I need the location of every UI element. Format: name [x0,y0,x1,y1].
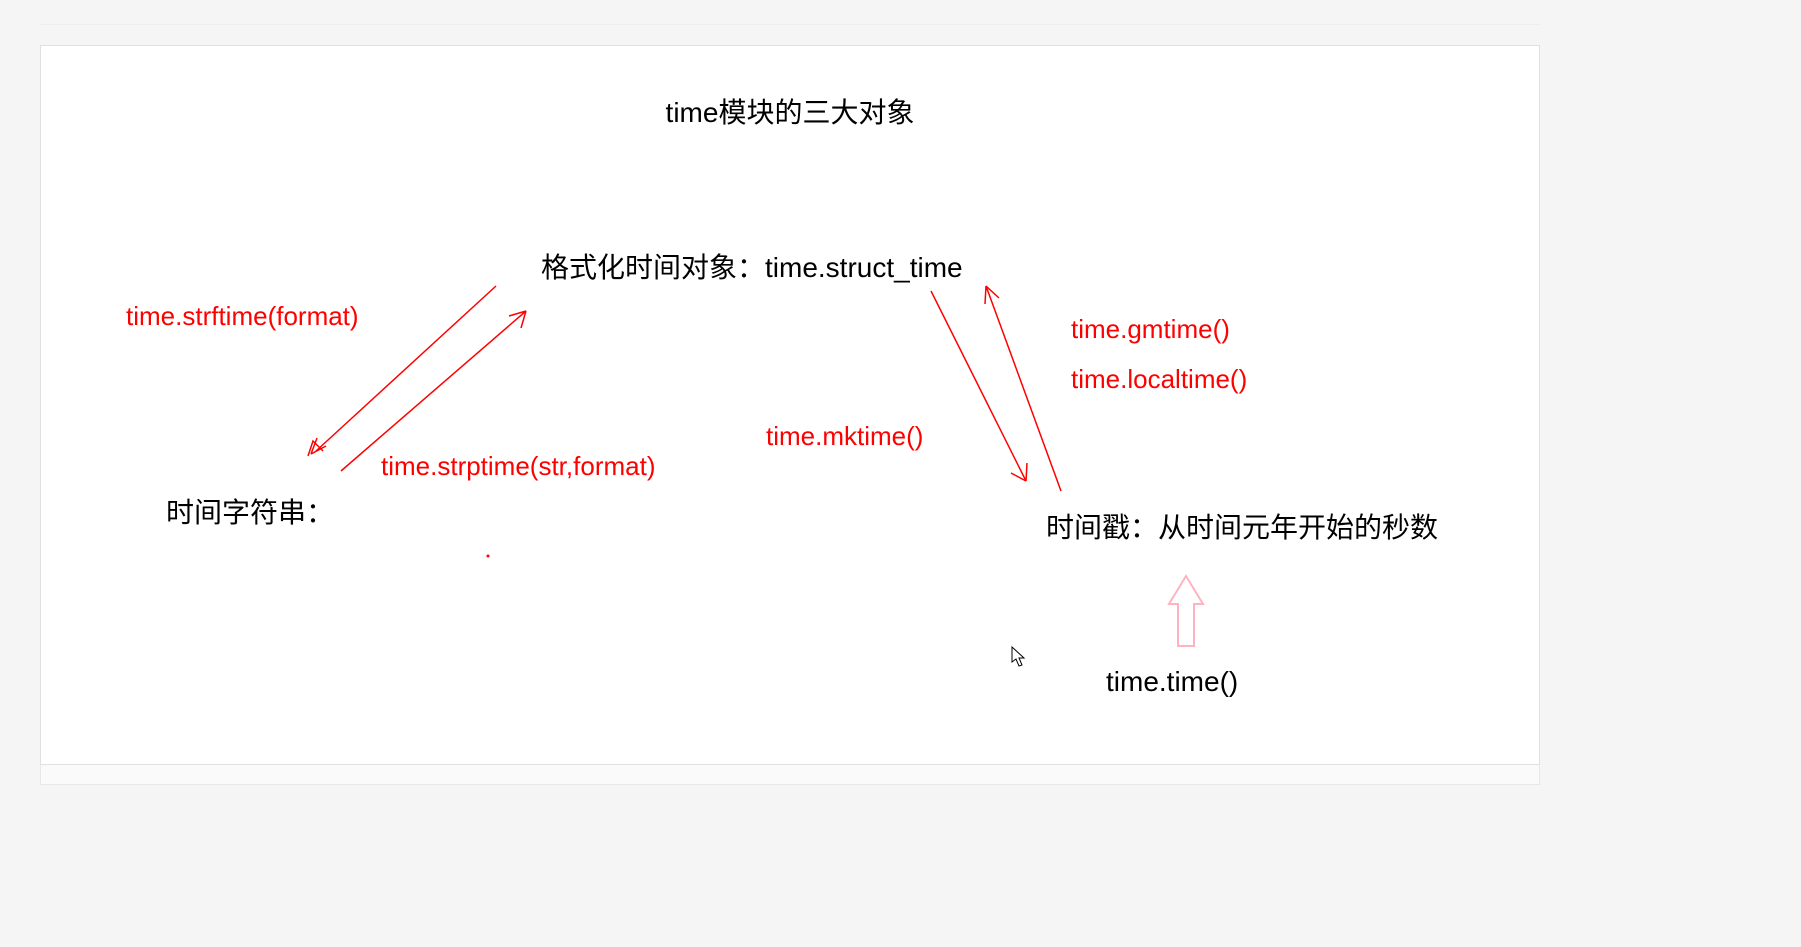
cursor-icon [1011,646,1027,668]
diagram-canvas: time模块的三大对象 格式化时间对象：time.struct_time 时间字… [40,45,1540,765]
label-strftime: time.strftime(format) [126,301,359,332]
arrow-strptime [341,311,526,471]
label-localtime: time.localtime() [1071,364,1247,395]
arrow-gmtime-localtime [985,286,1061,491]
arrow-time-up [1169,576,1203,646]
bottom-divider [40,765,1540,785]
label-strptime: time.strptime(str,format) [381,451,655,482]
node-struct-time: 格式化时间对象：time.struct_time [541,246,963,286]
stray-dot [487,555,490,558]
node-time-string: 时间字符串： [166,491,334,531]
arrow-overlay [41,46,1541,766]
label-gmtime: time.gmtime() [1071,314,1230,345]
top-divider [40,20,1540,25]
arrow-mktime [931,291,1027,481]
node-timestamp: 时间戳：从时间元年开始的秒数 [1046,506,1438,546]
label-time: time.time() [1106,666,1238,698]
label-mktime: time.mktime() [766,421,923,452]
diagram-title: time模块的三大对象 [666,91,915,131]
